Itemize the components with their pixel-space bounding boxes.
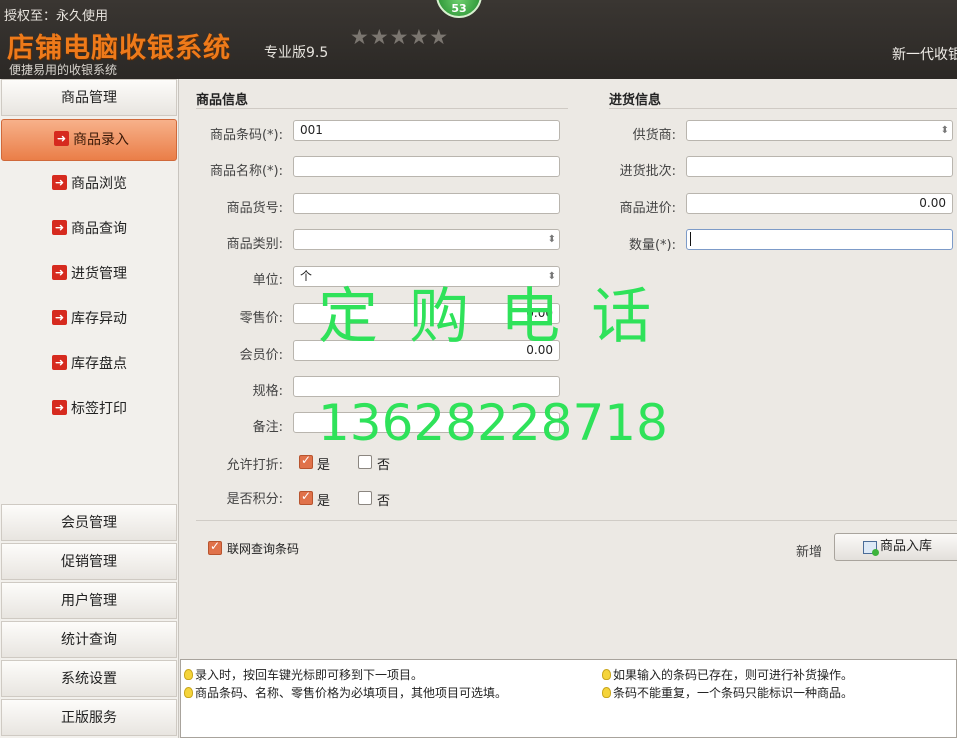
batch-label: 进货批次: [619,164,676,179]
item-no-label: 商品货号: [226,201,283,216]
sidebar-item-label: 进货管理 [71,266,127,282]
sidebar-item-purchase[interactable]: ➜ 进货管理 [0,254,176,294]
member-price-label: 会员价: [239,348,283,363]
header-slogan: 新一代收银 [892,47,957,63]
note-label: 备注: [252,420,283,435]
quantity-label: 数量(*): [628,238,676,253]
sidebar-category-goods[interactable]: 商品管理 [1,79,177,116]
tip-item: 如果输入的条码已存在，则可进行补货操作。 [602,666,853,683]
license-text: 授权至：永久使用 [4,9,109,24]
watermark-title: 定 购 电 话 [318,282,658,352]
tip-item: 条码不能重复，一个条码只能标识一种商品。 [602,684,853,701]
category-label: 商品类别: [226,237,283,252]
lightbulb-icon [602,669,611,680]
discount-no-checkbox[interactable] [358,455,372,469]
lightbulb-icon [184,669,193,680]
arrow-right-icon: ➜ [52,355,67,370]
sidebar-item-label-print[interactable]: ➜ 标签打印 [0,389,176,429]
sidebar-category-settings[interactable]: 系统设置 [1,660,177,697]
batch-input[interactable] [686,156,953,177]
arrow-right-icon: ➜ [52,175,67,190]
tip-item: 商品条码、名称、零售价格为必填项目，其他项目可选填。 [184,684,507,701]
points-no-checkbox[interactable] [358,491,372,505]
supplier-select[interactable] [686,120,953,141]
rating-stars-icon: ★★★★★ [350,25,450,49]
arrow-right-icon: ➜ [54,131,69,146]
discount-yes-label: 是 [317,458,331,473]
section-divider [196,108,568,109]
cost-price-input[interactable]: 0.00 [686,193,953,214]
sidebar: 商品管理 ➜ 商品录入 ➜ 商品浏览 ➜ 商品查询 ➜ 进货管理 ➜ 库存异动 ➜ 库存盘点… [0,79,179,738]
product-name-input[interactable] [293,156,560,177]
app-logo-title: 店铺电脑收银系统 [7,33,231,64]
section-divider [609,108,957,109]
tip-text: 如果输入的条码已存在，则可进行补货操作。 [613,668,854,682]
form-divider [196,520,957,521]
app-tagline: 便捷易用的收银系统 [9,63,118,77]
item-no-input[interactable] [293,193,560,214]
sidebar-category-statistics[interactable]: 统计查询 [1,621,177,658]
app-header: 授权至：永久使用 53 店铺电脑收银系统 专业版9.5 ★★★★★ 便捷易用的收… [0,0,957,79]
online-lookup-checkbox[interactable] [208,539,222,555]
unit-label: 单位: [252,273,283,288]
arrow-right-icon: ➜ [52,310,67,325]
barcode-input[interactable]: 001 [293,120,560,141]
sidebar-item-label: 商品录入 [73,132,129,148]
cost-price-label: 商品进价: [619,201,676,216]
sidebar-category-users[interactable]: 用户管理 [1,582,177,619]
product-name-label: 商品名称(*): [209,164,283,179]
stock-in-button[interactable]: 商品入库 [834,533,957,561]
lightbulb-icon [602,687,611,698]
product-info-title: 商品信息 [196,93,249,108]
new-link[interactable]: 新增 [796,541,822,560]
tip-text: 商品条码、名称、零售价格为必填项目，其他项目可选填。 [195,686,508,700]
sidebar-item-product-browse[interactable]: ➜ 商品浏览 [0,164,176,204]
arrow-right-icon: ➜ [52,265,67,280]
discount-no-label: 否 [377,458,391,473]
sidebar-item-stock-change[interactable]: ➜ 库存异动 [0,299,176,339]
category-select[interactable] [293,229,560,250]
spec-label: 规格: [252,384,283,399]
sidebar-item-label: 商品浏览 [71,176,127,192]
online-lookup-label: 联网查询条码 [227,542,300,556]
tip-text: 录入时，按回车键光标即可移到下一项目。 [195,668,424,682]
tips-panel: 录入时，按回车键光标即可移到下一项目。 商品条码、名称、零售价格为必填项目，其他… [180,659,957,738]
sidebar-item-label: 商品查询 [71,221,127,237]
sidebar-category-license-service[interactable]: 正版服务 [1,699,177,736]
supplier-label: 供货商: [632,128,676,143]
watermark-phone: 13628228718 [318,394,668,452]
sidebar-item-label: 标签打印 [71,401,127,417]
points-yes-label: 是 [317,494,331,509]
text-cursor [690,232,691,246]
sidebar-category-members[interactable]: 会员管理 [1,504,177,541]
sidebar-category-promotions[interactable]: 促销管理 [1,543,177,580]
arrow-right-icon: ➜ [52,400,67,415]
lightbulb-icon [184,687,193,698]
sidebar-item-label: 库存异动 [71,311,127,327]
stock-in-button-label: 商品入库 [880,539,933,554]
arrow-right-icon: ➜ [52,220,67,235]
points-label: 是否积分: [226,492,283,507]
allow-discount-label: 允许打折: [226,458,283,473]
retail-price-label: 零售价: [239,311,283,326]
notification-badge[interactable]: 53 [436,0,482,18]
sidebar-item-stocktake[interactable]: ➜ 库存盘点 [0,344,176,384]
discount-yes-checkbox[interactable] [299,453,313,469]
points-no-label: 否 [377,494,391,509]
barcode-label: 商品条码(*): [209,128,283,143]
sidebar-item-product-entry[interactable]: ➜ 商品录入 [1,119,177,161]
quantity-input[interactable] [686,229,953,250]
purchase-info-title: 进货信息 [609,93,662,108]
sidebar-item-label: 库存盘点 [71,356,127,372]
sidebar-item-product-query[interactable]: ➜ 商品查询 [0,209,176,249]
edition-label: 专业版9.5 [264,45,329,61]
tip-text: 条码不能重复，一个条码只能标识一种商品。 [613,686,854,700]
add-to-stock-icon [863,541,879,556]
points-yes-checkbox[interactable] [299,489,313,505]
tip-item: 录入时，按回车键光标即可移到下一项目。 [184,666,423,683]
